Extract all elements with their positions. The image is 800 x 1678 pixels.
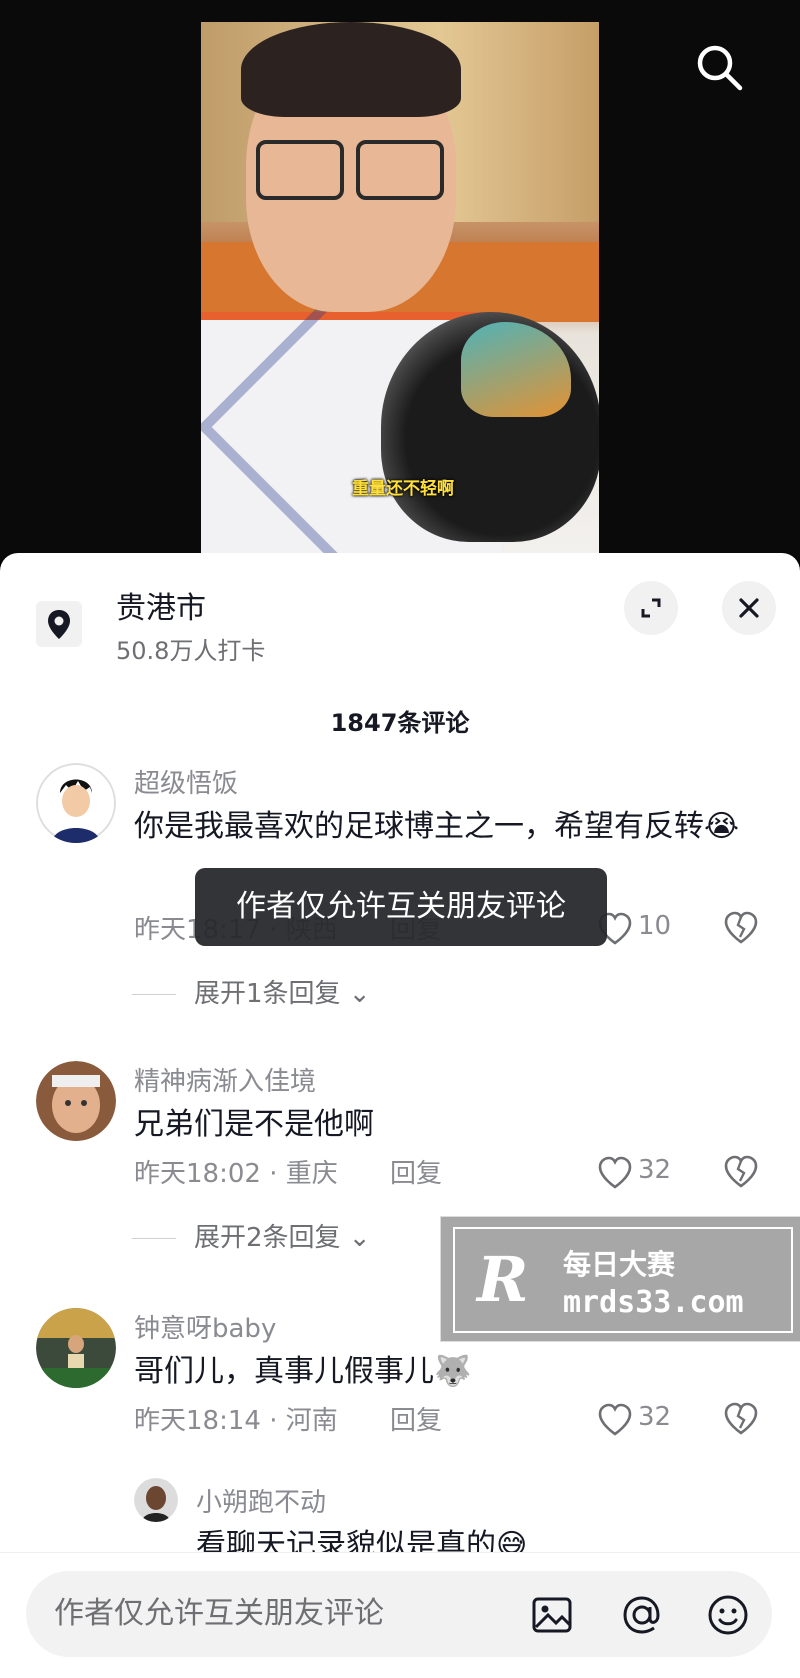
emoji-icon [708, 1595, 748, 1635]
person-hair [241, 22, 461, 117]
location-row[interactable]: 贵港市 50.8万人打卡 [0, 553, 800, 665]
like-count: 10 [638, 911, 672, 941]
location-checkin-count: 50.8万人打卡 [116, 637, 266, 665]
person-glasses [256, 140, 446, 200]
reply-button[interactable]: 回复 [390, 1400, 442, 1437]
close-icon [739, 598, 759, 618]
avatar[interactable] [134, 1478, 178, 1522]
expand-replies-button[interactable]: 展开2条回复 ⌄ [132, 1217, 371, 1254]
dislike-button[interactable] [722, 909, 760, 947]
image-icon [532, 1597, 572, 1633]
close-button[interactable] [722, 581, 776, 635]
like-count: 32 [638, 1402, 672, 1432]
broken-heart-icon [724, 1402, 758, 1435]
location-title: 贵港市 [116, 591, 206, 626]
comment-region: 重庆 [285, 1159, 338, 1189]
comment-username[interactable]: 钟意呀baby [134, 1308, 276, 1345]
mention-button[interactable] [618, 1591, 666, 1639]
video-player[interactable]: 重量还不轻啊 [0, 0, 800, 560]
avatar[interactable] [36, 763, 116, 843]
watermark-logo: R [477, 1243, 529, 1316]
heart-icon [598, 1156, 632, 1189]
expand-replies-button[interactable]: 展开1条回复 ⌄ [132, 973, 371, 1010]
comment-input[interactable]: 作者仅允许互关朋友评论 [26, 1571, 772, 1657]
comment-text: 哥们儿，真事儿假事儿🐺 [134, 1354, 472, 1389]
comment-username[interactable]: 小朔跑不动 [196, 1482, 326, 1519]
comment-time: 昨天18:14 [134, 1406, 261, 1436]
search-icon [697, 45, 743, 91]
video-caption: 重量还不轻啊 [352, 479, 454, 499]
image-button[interactable] [528, 1591, 576, 1639]
comment-input-bar: 作者仅允许互关朋友评论 [0, 1552, 800, 1678]
location-pin-icon [36, 601, 82, 647]
expand-icon [641, 598, 661, 618]
like-count: 32 [638, 1155, 672, 1185]
heart-icon [598, 1403, 632, 1436]
watermark-title: 每日大赛 [563, 1248, 676, 1281]
reply-button[interactable]: 回复 [390, 1153, 442, 1190]
video-frame[interactable]: 重量还不轻啊 [201, 22, 599, 560]
avatar[interactable] [36, 1308, 116, 1388]
comment-username[interactable]: 精神病渐入佳境 [134, 1061, 316, 1098]
comment-sheet: 贵港市 50.8万人打卡 1847条评论 超级悟饭 你是我最喜欢的足球博主之一，… [0, 553, 800, 1678]
comment-text: 兄弟们是不是他啊 [134, 1107, 374, 1142]
comment-text: 你是我最喜欢的足球博主之一，希望有反转😭 [134, 809, 740, 844]
comment-meta: 昨天18:14 · 河南 [134, 1406, 338, 1436]
comment-time: 昨天18:02 [134, 1159, 261, 1189]
dislike-button[interactable] [722, 1400, 760, 1438]
expand-button[interactable] [624, 581, 678, 635]
broken-heart-icon [724, 1155, 758, 1188]
broken-heart-icon [724, 911, 758, 944]
like-button[interactable]: 32 [596, 1402, 671, 1438]
watermark-frame: R 每日大赛 mrds33.com [453, 1227, 793, 1333]
comment-region: 河南 [285, 1406, 338, 1436]
comment-meta: 昨天18:02 · 重庆 [134, 1159, 338, 1189]
comment-input-placeholder: 作者仅允许互关朋友评论 [54, 1596, 384, 1631]
like-button[interactable]: 32 [596, 1155, 671, 1191]
comment-username[interactable]: 超级悟饭 [134, 763, 238, 800]
emoji-button[interactable] [704, 1591, 752, 1639]
watermark-url: mrds33.com [563, 1285, 744, 1320]
watermark: R 每日大赛 mrds33.com [440, 1216, 800, 1342]
toast-message: 作者仅允许互关朋友评论 [195, 868, 607, 946]
avatar[interactable] [36, 1061, 116, 1141]
search-button[interactable] [690, 38, 750, 98]
comment-count: 1847条评论 [330, 709, 470, 737]
at-icon [623, 1596, 660, 1634]
dislike-button[interactable] [722, 1153, 760, 1191]
